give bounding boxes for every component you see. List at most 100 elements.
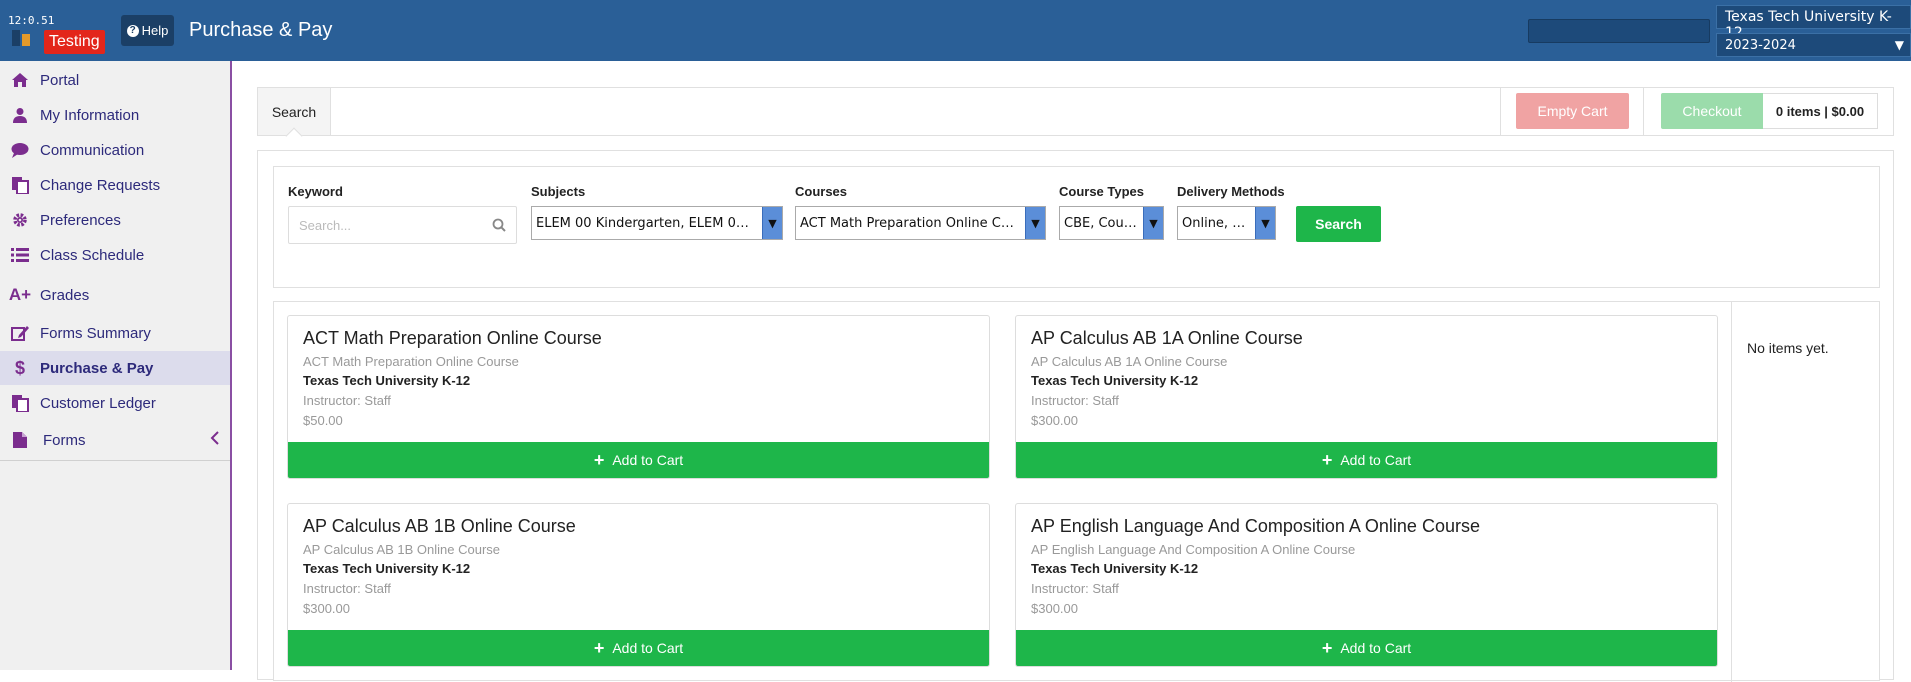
sidebar-item-my-information[interactable]: My Information: [0, 98, 230, 132]
sidebar-item-label: My Information: [40, 106, 140, 124]
dropdown-arrow-icon: ▼: [762, 207, 782, 239]
dropdown-arrow-icon: ▼: [1894, 38, 1904, 52]
edit-icon: [0, 325, 40, 341]
course-instructor: Instructor: Staff: [303, 581, 391, 596]
sidebar-item-portal[interactable]: Portal: [0, 63, 230, 97]
sidebar-item-forms-summary[interactable]: Forms Summary: [0, 316, 230, 350]
sidebar-item-purchase-pay[interactable]: $ Purchase & Pay: [0, 351, 230, 385]
tab-search-label: Search: [271, 103, 317, 120]
user-icon: [0, 107, 40, 123]
courses-label: Courses: [795, 184, 848, 199]
courses-select[interactable]: ACT Math Preparation Online Course ▼: [795, 206, 1046, 240]
home-icon: [0, 72, 40, 88]
sidebar-divider: [0, 460, 230, 461]
course-subtitle: AP English Language And Composition A On…: [1031, 542, 1356, 557]
keyword-search-input[interactable]: Search...: [288, 206, 517, 244]
cart-divider: [1731, 302, 1732, 682]
course-organization: Texas Tech University K-12: [303, 561, 471, 576]
list-icon: [0, 248, 40, 262]
sidebar-item-communication[interactable]: Communication: [0, 133, 230, 167]
filter-panel: Keyword Search... Subjects ELEM 00 Kinde…: [273, 166, 1880, 288]
sidebar-item-preferences[interactable]: Preferences: [0, 203, 230, 237]
chevron-left-icon[interactable]: [210, 431, 220, 450]
header-search-input[interactable]: [1528, 19, 1710, 43]
organization-select[interactable]: Texas Tech University K-12: [1716, 5, 1911, 41]
courses-value: ACT Math Preparation Online Course: [800, 216, 1038, 231]
school-year-value: 2023-2024: [1725, 38, 1796, 53]
sidebar-item-label: Customer Ledger: [40, 394, 156, 412]
toolbar-divider: [1643, 88, 1644, 135]
subjects-select[interactable]: ELEM 00 Kindergarten, ELEM 01 Grade 1 ▼: [531, 206, 783, 240]
search-icon: [492, 218, 506, 235]
sidebar-item-label: Forms: [43, 431, 86, 449]
add-to-cart-label: Add to Cart: [612, 640, 684, 656]
sidebar: Portal My Information Communication Chan…: [0, 61, 232, 670]
sidebar-item-label: Portal: [40, 71, 80, 89]
documents-icon: [0, 176, 40, 194]
dropdown-arrow-icon: ▼: [1025, 207, 1045, 239]
sidebar-item-grades[interactable]: A+ Grades: [0, 278, 230, 312]
dropdown-arrow-icon: ▼: [1255, 207, 1275, 239]
speech-bubble-icon: [0, 142, 40, 158]
sidebar-item-label: Grades: [40, 286, 90, 304]
sidebar-item-label: Forms Summary: [40, 324, 151, 342]
course-title: AP Calculus AB 1B Online Course: [303, 516, 576, 536]
checkout-button[interactable]: Checkout: [1661, 93, 1763, 129]
course-organization: Texas Tech University K-12: [1031, 561, 1199, 576]
cart-summary: 0 items | $0.00: [1763, 93, 1878, 129]
course-card: ACT Math Preparation Online Course ACT M…: [287, 315, 990, 479]
sidebar-item-label: Communication: [40, 141, 145, 159]
sidebar-item-label: Change Requests: [40, 176, 161, 194]
course-types-label: Course Types: [1059, 184, 1145, 199]
delivery-methods-label: Delivery Methods: [1177, 184, 1285, 199]
main-panel: Keyword Search... Subjects ELEM 00 Kinde…: [257, 150, 1894, 682]
file-icon: [0, 431, 40, 449]
plus-icon: +: [1321, 638, 1333, 658]
documents-icon: [0, 394, 40, 412]
course-organization: Texas Tech University K-12: [1031, 373, 1199, 388]
course-title: ACT Math Preparation Online Course: [303, 328, 602, 348]
course-price: $300.00: [1031, 413, 1078, 428]
sidebar-item-label: Purchase & Pay: [40, 359, 154, 377]
course-subtitle: ACT Math Preparation Online Course: [303, 354, 519, 369]
course-instructor: Instructor: Staff: [303, 393, 391, 408]
question-circle-icon: ?: [126, 24, 139, 37]
sidebar-item-label: Class Schedule: [40, 246, 145, 264]
school-year-select[interactable]: 2023-2024 ▼: [1716, 33, 1911, 57]
plus-icon: +: [593, 638, 605, 658]
add-to-cart-button[interactable]: + Add to Cart: [288, 442, 989, 478]
course-price: $50.00: [303, 413, 343, 428]
empty-cart-button[interactable]: Empty Cart: [1516, 93, 1629, 129]
logo[interactable]: 12:0.51 Testing: [4, 8, 114, 54]
sidebar-item-change-requests[interactable]: Change Requests: [0, 168, 230, 202]
logo-icon: [12, 30, 30, 46]
sidebar-item-label: Preferences: [40, 211, 121, 229]
sidebar-item-customer-ledger[interactable]: Customer Ledger: [0, 386, 230, 420]
cart-toolbar: Search Empty Cart Checkout 0 items | $0.…: [257, 87, 1894, 145]
delivery-methods-select[interactable]: Online, Print ▼: [1177, 206, 1276, 240]
course-instructor: Instructor: Staff: [1031, 393, 1119, 408]
help-button[interactable]: ? Help: [121, 15, 174, 46]
add-to-cart-button[interactable]: + Add to Cart: [1016, 442, 1717, 478]
a-plus-icon: A+: [8, 285, 32, 304]
toolbar-divider: [1500, 88, 1501, 135]
tab-search[interactable]: Search: [258, 88, 331, 145]
add-to-cart-button[interactable]: + Add to Cart: [1016, 630, 1717, 666]
clock-readout: 12:0.51: [8, 14, 55, 27]
course-types-select[interactable]: CBE, Course ▼: [1059, 206, 1164, 240]
search-button[interactable]: Search: [1296, 206, 1381, 242]
sidebar-item-class-schedule[interactable]: Class Schedule: [0, 238, 230, 272]
course-organization: Texas Tech University K-12: [303, 373, 471, 388]
gear-icon: [0, 212, 40, 228]
help-label: Help: [141, 23, 169, 38]
dollar-icon: $: [14, 357, 25, 378]
course-title: AP English Language And Composition A On…: [1031, 516, 1480, 536]
course-card: AP English Language And Composition A On…: [1015, 503, 1718, 667]
sidebar-item-forms[interactable]: Forms: [0, 423, 230, 457]
page-title: Purchase & Pay: [189, 19, 333, 41]
add-to-cart-button[interactable]: + Add to Cart: [288, 630, 989, 666]
results-panel: ACT Math Preparation Online Course ACT M…: [273, 301, 1880, 682]
course-subtitle: AP Calculus AB 1A Online Course: [1031, 354, 1228, 369]
add-to-cart-label: Add to Cart: [1340, 452, 1412, 468]
cart-empty-message: No items yet.: [1747, 340, 1829, 356]
